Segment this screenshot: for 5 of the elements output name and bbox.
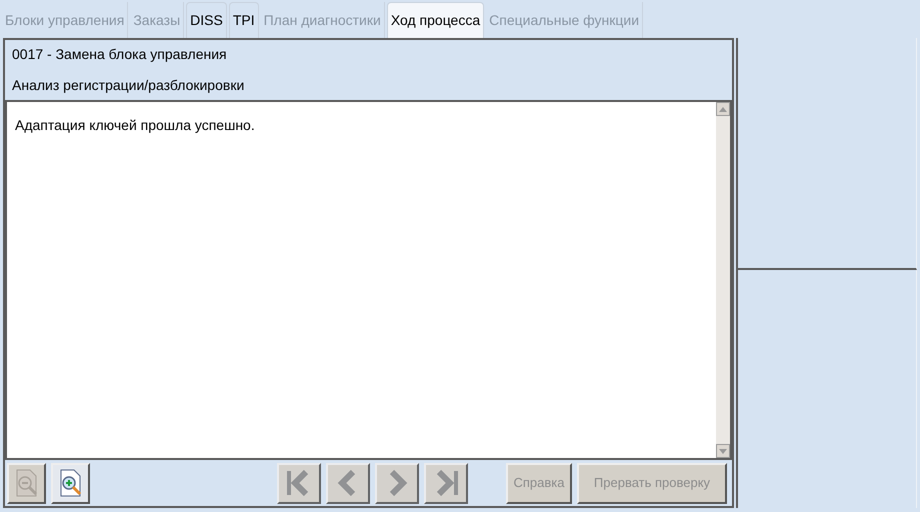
status-message: Адаптация ключей прошла успешно. xyxy=(15,117,255,133)
zoom-in-button[interactable] xyxy=(51,462,90,504)
procedure-subtitle: Анализ регистрации/разблокировки xyxy=(12,76,246,95)
tab[interactable]: Ход процесса xyxy=(386,2,484,38)
procedure-title: 0017 - Замена блока управления xyxy=(12,45,228,64)
